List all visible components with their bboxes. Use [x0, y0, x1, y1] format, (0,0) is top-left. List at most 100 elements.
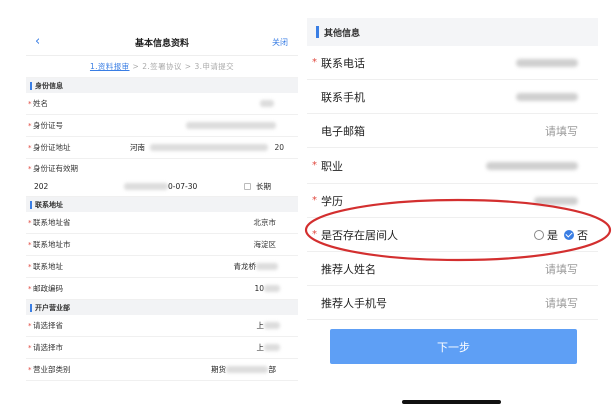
section-marker	[30, 303, 32, 312]
field-contact-province[interactable]: * 联系地址省 北京市	[26, 212, 298, 234]
field-value: 河南	[130, 143, 145, 152]
required-mark: *	[312, 195, 317, 206]
field-referrer-name[interactable]: 推荐人姓名 请填写	[307, 252, 598, 286]
page-title: 基本信息资料	[134, 39, 189, 49]
section-other-info: 其他信息	[307, 18, 598, 46]
step-1: 1.资料报审	[89, 62, 130, 71]
field-select-city[interactable]: * 请选择市 上	[26, 337, 298, 359]
long-term-checkbox[interactable]	[244, 183, 251, 190]
redacted-value	[534, 196, 578, 205]
redacted-value	[260, 100, 274, 107]
home-indicator	[402, 400, 501, 404]
field-referrer-phone[interactable]: 推荐人手机号 请填写	[307, 286, 598, 320]
field-label: 是否存在居间人	[321, 228, 398, 242]
required-mark: *	[312, 160, 317, 171]
long-term-label: 长期	[256, 182, 271, 191]
step-separator: >	[132, 62, 140, 71]
field-label: 推荐人手机号	[321, 296, 387, 310]
field-postcode[interactable]: * 邮政编码 10	[26, 278, 298, 300]
field-name[interactable]: * 姓名	[26, 93, 298, 115]
section-branch: 开户营业部	[26, 300, 298, 315]
step-2: 2.签署协议	[142, 62, 182, 71]
field-branch-type[interactable]: * 营业部类别 期货 部	[26, 359, 298, 381]
long-term-option[interactable]: 长期	[244, 181, 271, 192]
required-mark: *	[312, 229, 317, 240]
section-marker	[30, 200, 32, 209]
field-label: 邮政编码	[33, 284, 63, 293]
radio-no-label: 否	[577, 228, 588, 242]
referrer-phone-input[interactable]: 请填写	[545, 295, 578, 311]
field-label: 姓名	[33, 99, 48, 108]
field-phone[interactable]: * 联系电话	[307, 46, 598, 80]
referrer-name-input[interactable]: 请填写	[545, 261, 578, 277]
redacted-value	[264, 344, 280, 351]
section-marker	[316, 26, 319, 38]
step-3: 3.申请提交	[194, 62, 235, 71]
field-value: 上	[256, 343, 265, 352]
field-value: 北京市	[253, 218, 277, 227]
step-separator: >	[184, 62, 192, 71]
radio-no-option[interactable]: 否	[564, 227, 588, 243]
right-screen: 其他信息 * 联系电话 联系手机 电子邮箱 请填写 * 职业 * 学历 * 是否…	[307, 18, 598, 416]
field-label: 请选择市	[33, 343, 63, 352]
close-button[interactable]: 关闭	[272, 37, 288, 48]
radio-yes-label: 是	[547, 228, 558, 242]
email-input[interactable]: 请填写	[545, 123, 578, 139]
field-value: 海淀区	[253, 240, 277, 249]
field-label: 身份证有效期	[33, 164, 78, 173]
intermediary-radio-group[interactable]: 是 否	[528, 227, 588, 243]
field-id-number[interactable]: * 身份证号	[26, 115, 298, 137]
field-label: 职业	[321, 159, 343, 173]
redacted-value	[226, 366, 268, 373]
redacted-value	[486, 161, 578, 170]
section-marker	[30, 81, 32, 90]
redacted-value	[264, 322, 280, 329]
field-value: 20	[274, 143, 284, 152]
radio-no-checked[interactable]	[564, 229, 574, 240]
field-label: 联系地址市	[33, 240, 71, 249]
section-identity: 身份信息	[26, 78, 298, 93]
field-intermediary[interactable]: * 是否存在居间人 是 否	[307, 218, 598, 252]
field-label: 请选择省	[33, 321, 63, 330]
next-step-button[interactable]: 下一步	[330, 329, 577, 364]
field-label: 学历	[321, 194, 343, 208]
field-value: 10	[254, 284, 264, 293]
validity-end[interactable]: 0-07-30	[168, 182, 197, 191]
field-contact-city[interactable]: * 联系地址市 海淀区	[26, 234, 298, 256]
redacted-value	[264, 285, 280, 292]
field-education[interactable]: * 学历	[307, 184, 598, 218]
field-email[interactable]: 电子邮箱 请填写	[307, 114, 598, 148]
field-value: 青龙桥	[233, 262, 257, 271]
field-mobile[interactable]: 联系手机	[307, 80, 598, 114]
section-title: 身份信息	[35, 81, 63, 90]
section-title: 开户营业部	[35, 303, 70, 312]
left-screen: ‹ 基本信息资料 关闭 1.资料报审 > 2.签署协议 > 3.申请提交 身份信…	[26, 28, 298, 416]
redacted-value	[516, 92, 578, 101]
field-value: 上	[256, 321, 265, 330]
radio-yes[interactable]	[534, 229, 544, 240]
nav-bar: ‹ 基本信息资料 关闭	[26, 28, 298, 56]
field-label: 电子邮箱	[321, 124, 365, 138]
radio-yes-option[interactable]: 是	[534, 227, 558, 243]
required-mark: *	[312, 57, 317, 68]
redacted-value	[256, 263, 278, 270]
validity-start[interactable]: 202	[34, 182, 48, 191]
field-label: 推荐人姓名	[321, 262, 376, 276]
field-value: 期货	[211, 365, 226, 374]
field-label: 身份证号	[33, 121, 63, 130]
redacted-value	[124, 183, 168, 190]
field-id-address[interactable]: * 身份证地址 河南 20	[26, 137, 298, 159]
field-contact-address[interactable]: * 联系地址 青龙桥	[26, 256, 298, 278]
field-label: 营业部类别	[33, 365, 71, 374]
field-label: 联系地址省	[33, 218, 71, 227]
field-id-validity[interactable]: * 身份证有效期 202 0-07-30 长期	[26, 159, 298, 197]
field-label: 联系电话	[321, 56, 365, 70]
redacted-value	[516, 58, 578, 67]
field-label: 身份证地址	[33, 143, 71, 152]
section-title: 联系地址	[35, 200, 63, 209]
field-select-province[interactable]: * 请选择省 上	[26, 315, 298, 337]
field-occupation[interactable]: * 职业	[307, 148, 598, 184]
redacted-value	[186, 122, 276, 129]
field-label: 联系手机	[321, 90, 365, 104]
section-contact: 联系地址	[26, 197, 298, 212]
